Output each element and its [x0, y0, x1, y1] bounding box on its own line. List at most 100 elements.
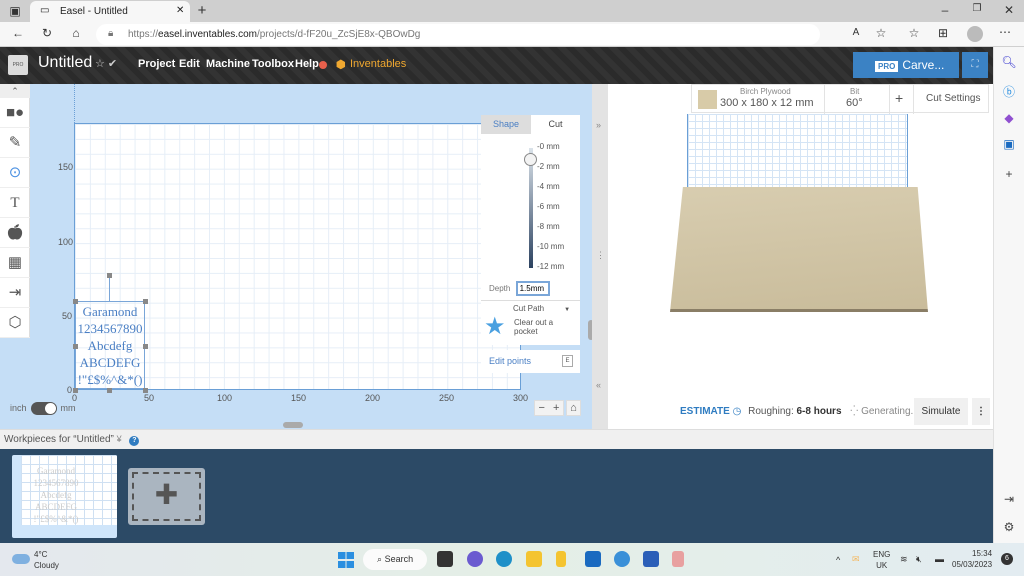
- add-workpiece-button[interactable]: ✚: [128, 468, 205, 525]
- import-icon[interactable]: ⇥: [0, 278, 30, 308]
- point-tool-icon[interactable]: ⊙: [0, 158, 30, 188]
- unit-toggle[interactable]: inch mm: [10, 402, 76, 415]
- text-object[interactable]: Garamond 1234567890 Abcdefg ABCDEFG !"£$…: [75, 301, 145, 389]
- resize-handle[interactable]: [73, 299, 78, 304]
- drag-handle-icon[interactable]: ⋮: [596, 250, 605, 261]
- rotate-handle[interactable]: [107, 273, 112, 278]
- pen-tool-icon[interactable]: ✎: [0, 128, 30, 158]
- tab-shape[interactable]: Shape: [481, 115, 531, 134]
- taskbar-search[interactable]: ⌕ Search: [363, 549, 427, 570]
- mail-icon[interactable]: ✉: [852, 554, 860, 565]
- lock-icon[interactable]: 🔒︎: [108, 28, 113, 39]
- tab-close-icon[interactable]: ✕: [176, 5, 184, 16]
- browser-tab[interactable]: ▭ Easel - Untitled ✕: [30, 1, 190, 22]
- unit-switch[interactable]: [30, 402, 57, 415]
- edit-points-button[interactable]: Edit points E: [481, 350, 580, 373]
- collections-icon[interactable]: ⊞: [933, 26, 953, 40]
- maximize-icon[interactable]: ❐: [967, 3, 987, 14]
- refresh-icon[interactable]: ↻: [37, 26, 57, 40]
- office-icon[interactable]: ◆: [999, 111, 1019, 125]
- home-icon[interactable]: ⌂: [66, 26, 86, 40]
- search-app-icon[interactable]: [614, 551, 630, 567]
- settings-gear-icon[interactable]: ⚙: [999, 520, 1019, 534]
- carve-button[interactable]: PRO Carve...: [853, 52, 959, 78]
- bit-value[interactable]: 60°: [846, 97, 863, 109]
- onedrive-folder-icon[interactable]: [556, 551, 566, 567]
- resize-handle[interactable]: [73, 344, 78, 349]
- expand-left-icon[interactable]: «: [596, 380, 601, 390]
- teams-chat-icon[interactable]: [467, 551, 483, 567]
- resize-handle[interactable]: [107, 388, 112, 393]
- menu-inventables[interactable]: Inventables: [350, 58, 406, 70]
- speaker-muted-icon[interactable]: 🔇︎: [916, 554, 922, 565]
- bing-chat-icon[interactable]: ⓑ: [999, 83, 1019, 100]
- collapse-tools-icon[interactable]: ⌃: [0, 84, 30, 98]
- project-title[interactable]: Untitled: [38, 54, 92, 72]
- read-aloud-icon[interactable]: A: [846, 27, 866, 38]
- show-hidden-icons[interactable]: ^: [836, 555, 840, 565]
- zoom-out-button[interactable]: −: [539, 402, 545, 414]
- shapes-tool-icon[interactable]: ■●: [0, 98, 30, 128]
- material-swatch[interactable]: [698, 90, 717, 109]
- workpiece-thumbnail[interactable]: Garamond 1234567890 Abcdefg ABCDEFG !"£$…: [12, 455, 117, 538]
- menu-help[interactable]: Help: [295, 58, 319, 70]
- more-options-button[interactable]: ⋮: [972, 398, 990, 425]
- add-favorite-icon[interactable]: ☆: [871, 26, 891, 40]
- profile-icon[interactable]: [967, 26, 983, 42]
- menu-machine[interactable]: Machine: [206, 58, 250, 70]
- depth-slider-knob[interactable]: [524, 153, 537, 166]
- apps-lego-icon[interactable]: ▦: [0, 248, 30, 278]
- more-icon[interactable]: ⋯: [995, 25, 1015, 39]
- notification-badge[interactable]: 6: [1001, 553, 1013, 565]
- edge-browser-icon[interactable]: [496, 551, 512, 567]
- close-icon[interactable]: ✕: [999, 3, 1019, 17]
- clock[interactable]: 15:34 05/03/2023: [952, 548, 992, 570]
- sidebar-hide-icon[interactable]: ⇥: [999, 492, 1019, 506]
- language-indicator[interactable]: ENG UK: [873, 549, 890, 571]
- minimize-icon[interactable]: –: [935, 3, 955, 17]
- resize-handle[interactable]: [73, 388, 78, 393]
- depth-slider-track[interactable]: [529, 148, 533, 268]
- tab-cut[interactable]: Cut: [531, 115, 580, 134]
- cut-settings-button[interactable]: Cut Settings: [926, 93, 980, 104]
- add-app-icon[interactable]: +: [999, 167, 1019, 181]
- icon-library-apple-icon[interactable]: 🍎︎: [0, 218, 30, 248]
- word-icon[interactable]: [643, 551, 659, 567]
- simulate-button[interactable]: Simulate: [914, 398, 968, 425]
- 3d-model-cube-icon[interactable]: ⬡: [0, 308, 30, 338]
- horizontal-scrollbar[interactable]: [283, 422, 303, 428]
- snipping-tool-icon[interactable]: [672, 551, 684, 567]
- battery-icon[interactable]: ▬: [935, 554, 944, 564]
- menu-project[interactable]: Project: [138, 58, 175, 70]
- fullscreen-icon[interactable]: ⛶: [962, 52, 988, 78]
- add-bit-icon[interactable]: +: [895, 90, 903, 106]
- menu-edit[interactable]: Edit: [179, 58, 200, 70]
- expand-right-icon[interactable]: »: [596, 120, 601, 130]
- collapse-chevron-icon[interactable]: ¥: [117, 434, 122, 444]
- file-explorer-icon[interactable]: [526, 551, 542, 567]
- text-tool-icon[interactable]: T: [0, 188, 30, 218]
- resize-handle[interactable]: [143, 299, 148, 304]
- resize-handle[interactable]: [143, 344, 148, 349]
- outlook-icon[interactable]: [585, 551, 601, 567]
- estimate-label[interactable]: ESTIMATE: [680, 406, 730, 417]
- new-tab-icon[interactable]: +: [192, 2, 212, 19]
- resize-handle[interactable]: [143, 388, 148, 393]
- task-view-icon[interactable]: [437, 551, 453, 567]
- favorite-star-icon[interactable]: ☆ ✔: [95, 57, 117, 70]
- back-icon[interactable]: ←: [8, 26, 28, 40]
- panel-divider[interactable]: » ⋮ «: [592, 84, 608, 429]
- outlook-icon[interactable]: ▣: [999, 137, 1019, 151]
- plywood-board[interactable]: [670, 187, 928, 312]
- tab-actions-icon[interactable]: ▣: [5, 4, 25, 18]
- depth-input[interactable]: [515, 281, 550, 296]
- windows-start-icon[interactable]: [338, 552, 354, 568]
- favorites-icon[interactable]: ☆: [904, 26, 924, 40]
- help-icon[interactable]: ?: [129, 436, 140, 446]
- easel-logo[interactable]: PRO: [8, 55, 28, 75]
- search-icon[interactable]: 🔍︎: [999, 55, 1019, 69]
- cut-path-selector[interactable]: Cut Path ▼ ★ Clear out a pocket: [481, 300, 580, 345]
- material-dimensions[interactable]: 300 x 180 x 12 mm: [720, 97, 814, 109]
- menu-toolbox[interactable]: Toolbox: [252, 58, 294, 70]
- url-input[interactable]: 🔒︎ https://easel.inventables.com/project…: [96, 24, 820, 45]
